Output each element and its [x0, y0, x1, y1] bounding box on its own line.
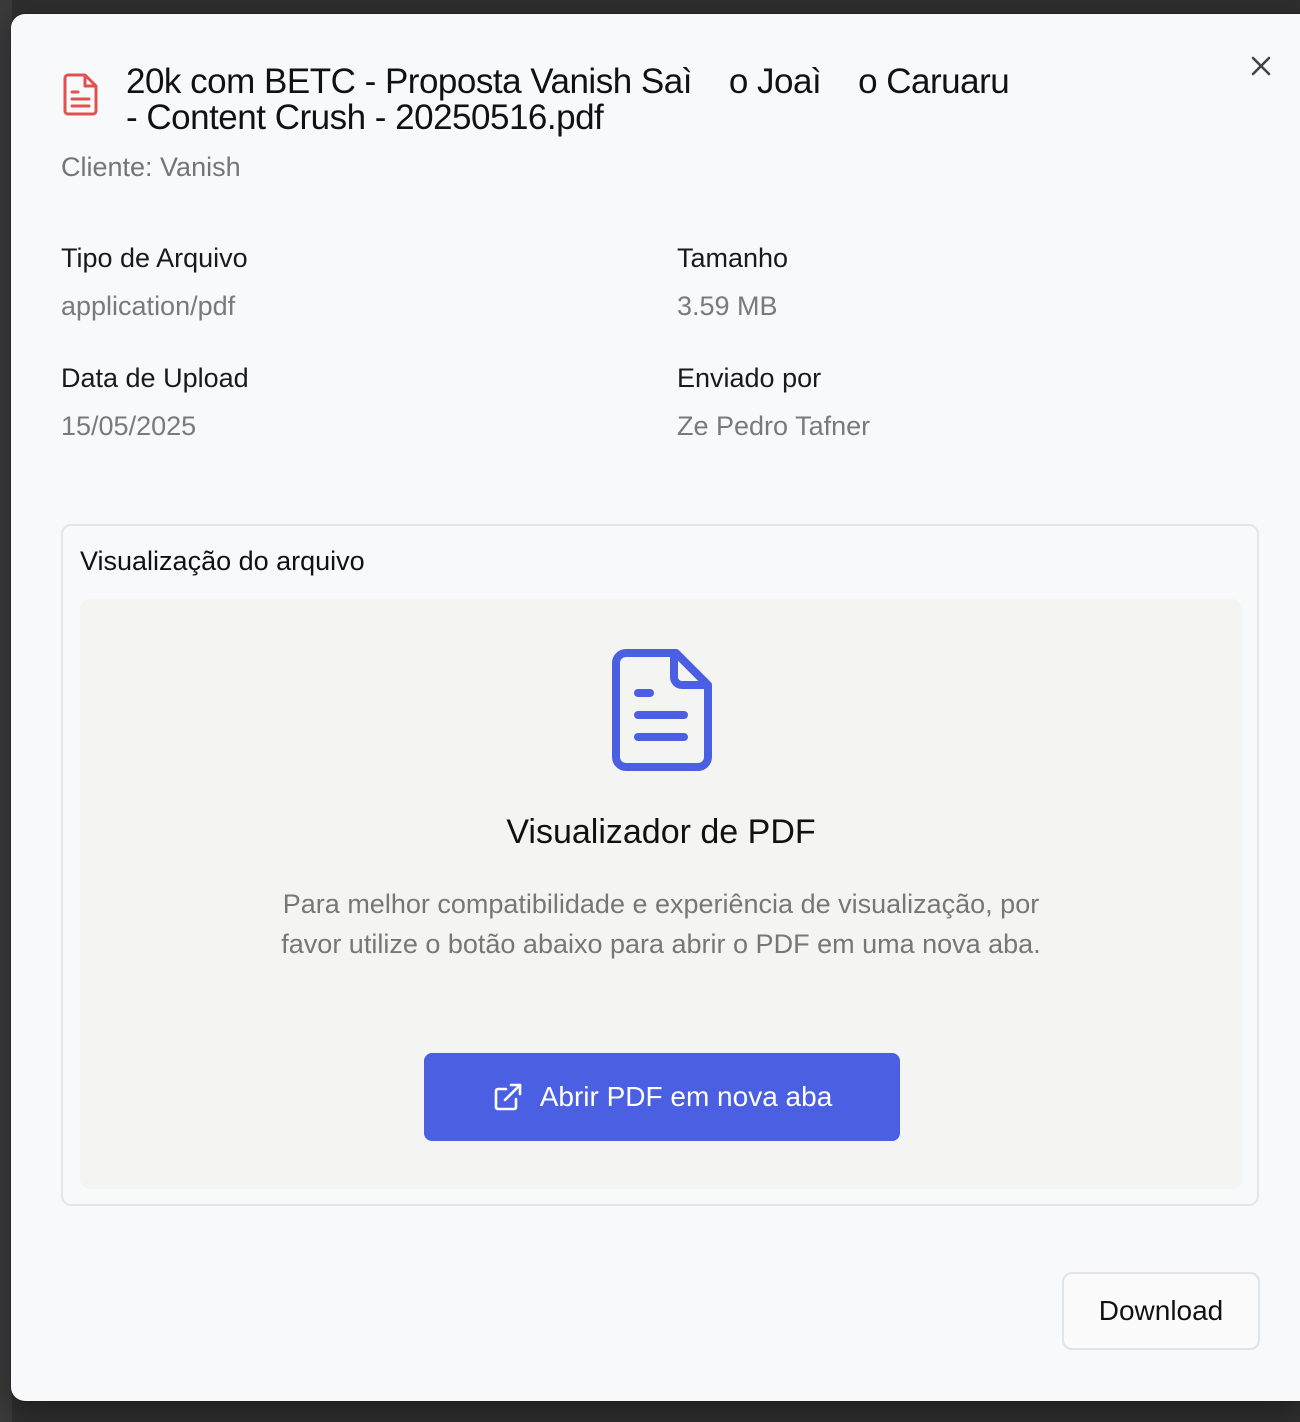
- file-details-dialog: 20k com BETC - Proposta Vanish Saì o Joa…: [11, 14, 1300, 1401]
- pdf-file-icon: [61, 72, 101, 116]
- file-preview-card: Visualização do arquivo Visualizador de …: [61, 524, 1259, 1206]
- external-link-icon: [494, 1083, 522, 1111]
- open-pdf-button-label: Abrir PDF em nova aba: [539, 1081, 833, 1112]
- file-type-field: Tipo de Arquivo application/pdf: [61, 242, 621, 322]
- upload-date-label: Data de Upload: [61, 363, 249, 393]
- preview-section-title: Visualização do arquivo: [80, 546, 365, 576]
- open-pdf-new-tab-button[interactable]: Abrir PDF em nova aba: [424, 1053, 900, 1141]
- sent-by-field: Enviado por Ze Pedro Tafner: [677, 362, 1237, 442]
- file-name-title: 20k com BETC - Proposta Vanish Saì o Joa…: [126, 62, 1010, 137]
- file-type-label: Tipo de Arquivo: [61, 243, 248, 273]
- file-size-label: Tamanho: [677, 243, 789, 273]
- sent-by-label: Enviado por: [677, 363, 822, 393]
- pdf-viewer-description: Para melhor compatibilidade e experiênci…: [281, 889, 1041, 959]
- close-button[interactable]: [1245, 50, 1277, 82]
- upload-date-field: Data de Upload 15/05/2025: [61, 362, 621, 442]
- sent-by-value: Ze Pedro Tafner: [677, 411, 871, 441]
- upload-date-value: 15/05/2025: [61, 411, 197, 441]
- file-size-value: 3.59 MB: [677, 291, 778, 321]
- document-icon: [612, 649, 712, 771]
- close-icon: [1251, 56, 1271, 76]
- file-type-value: application/pdf: [61, 291, 236, 321]
- pdf-viewer-heading: Visualizador de PDF: [506, 813, 816, 851]
- file-size-field: Tamanho 3.59 MB: [677, 242, 1237, 322]
- pdf-viewer-placeholder: Visualizador de PDF Para melhor compatib…: [80, 599, 1242, 1189]
- client-name: Cliente: Vanish: [61, 152, 241, 182]
- download-button[interactable]: Download: [1062, 1272, 1260, 1350]
